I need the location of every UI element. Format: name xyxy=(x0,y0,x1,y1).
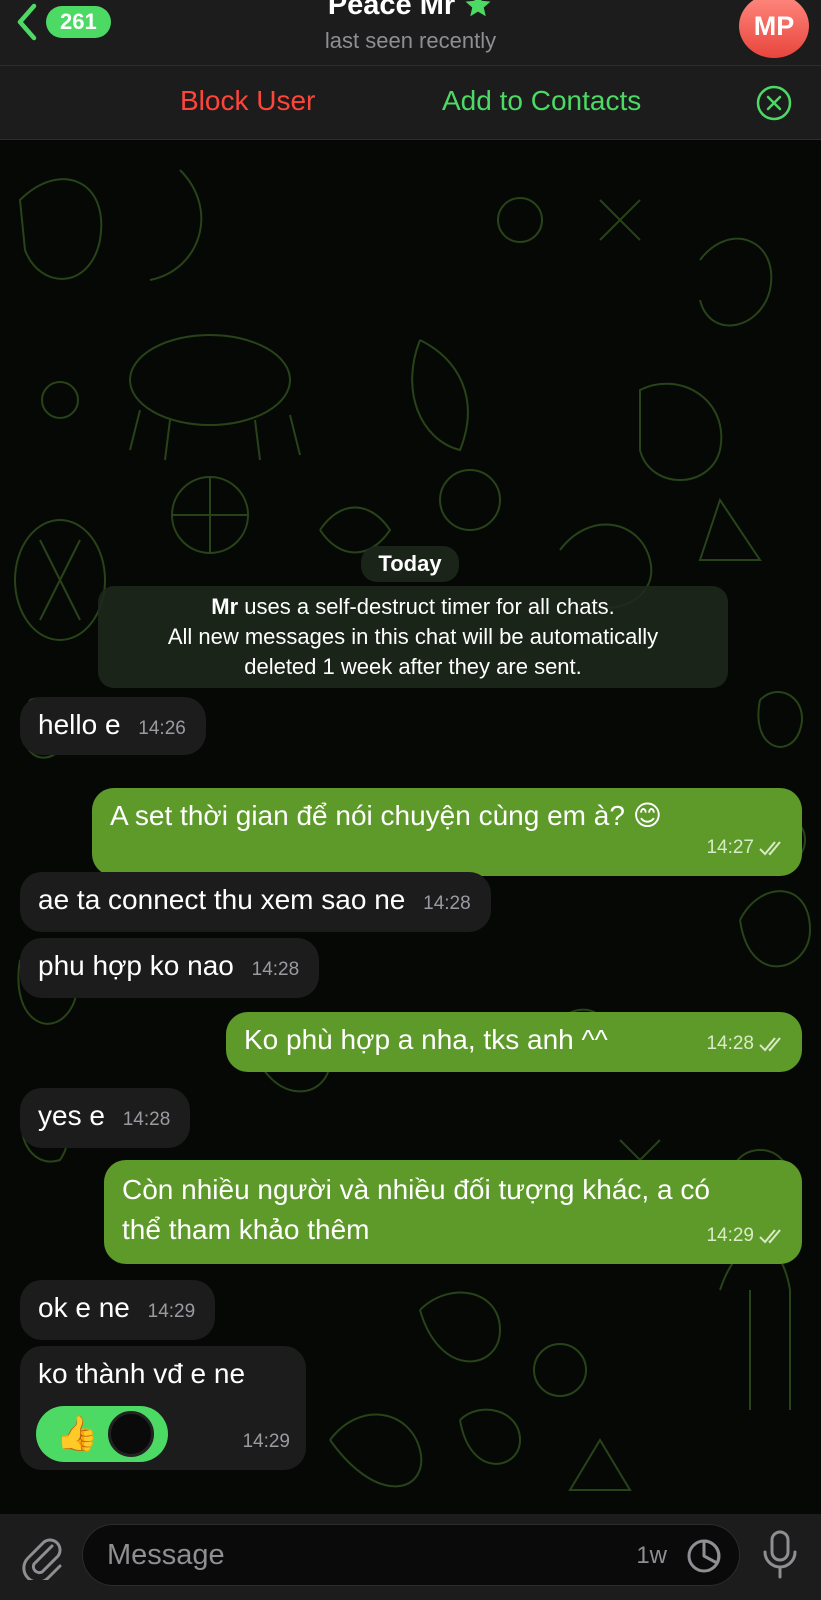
incoming-message[interactable]: phu hợp ko nao 14:28 xyxy=(20,938,320,998)
composer-bar: 1w xyxy=(0,1514,821,1600)
reaction-chip[interactable]: 👍 xyxy=(36,1406,168,1462)
message-input[interactable] xyxy=(107,1538,587,1572)
star-icon xyxy=(465,0,491,17)
double-check-icon xyxy=(759,841,781,856)
incoming-message[interactable]: yes e 14:28 xyxy=(20,1088,191,1148)
reactor-avatar xyxy=(108,1411,155,1457)
add-to-contacts-button[interactable]: Add to Contacts xyxy=(442,85,641,117)
message-input-box[interactable]: 1w xyxy=(82,1524,740,1586)
double-check-icon xyxy=(759,1037,781,1052)
message-time: 14:29 xyxy=(706,1225,754,1246)
incoming-message[interactable]: ko thành vđ e ne 👍 14:29 xyxy=(20,1346,306,1470)
outgoing-message[interactable]: Ko phù hợp a nha, tks anh ^^ 14:28 xyxy=(226,1012,802,1072)
message-text: ok e ne xyxy=(38,1292,130,1323)
chat-title-area[interactable]: Peace Mr xyxy=(0,0,821,22)
message-text: ae ta connect thu xem sao ne xyxy=(38,884,406,915)
block-user-button[interactable]: Block User xyxy=(180,85,315,117)
message-text: Còn nhiều người và nhiều đối tượng khác,… xyxy=(122,1174,710,1245)
incoming-message[interactable]: ae ta connect thu xem sao ne 14:28 xyxy=(20,872,491,932)
message-time: 14:28 xyxy=(251,959,300,980)
outgoing-message[interactable]: A set thời gian để nói chuyện cùng em à?… xyxy=(92,788,802,876)
message-text: phu hợp ko nao xyxy=(38,950,234,981)
incoming-message[interactable]: hello e 14:26 xyxy=(20,697,206,755)
self-destruct-notice: Mr uses a self-destruct timer for all ch… xyxy=(98,586,728,688)
microphone-icon[interactable] xyxy=(760,1528,800,1582)
contact-action-bar: Block User Add to Contacts xyxy=(0,65,821,140)
paperclip-icon[interactable] xyxy=(20,1532,64,1580)
notice-line-2: All new messages in this chat will be au… xyxy=(167,624,659,649)
message-time: 14:28 xyxy=(122,1109,171,1130)
message-text: Ko phù hợp a nha, tks anh ^^ xyxy=(244,1024,608,1055)
notice-name: Mr xyxy=(211,594,239,619)
outgoing-message[interactable]: Còn nhiều người và nhiều đối tượng khác,… xyxy=(104,1160,802,1264)
incoming-message[interactable]: ok e ne 14:29 xyxy=(20,1280,216,1340)
notice-line-1: uses a self-destruct timer for all chats… xyxy=(238,594,615,619)
message-text: ko thành vđ e ne xyxy=(38,1358,246,1389)
message-time: 14:26 xyxy=(138,718,186,739)
timer-icon[interactable] xyxy=(685,1537,723,1575)
message-text: A set thời gian để nói chuyện cùng em à?… xyxy=(110,800,662,831)
double-check-icon xyxy=(759,1229,781,1244)
chat-header: 261 Peace Mr last seen recently MP xyxy=(0,0,821,65)
message-time: 14:28 xyxy=(706,1033,754,1054)
message-list[interactable]: Today Mr uses a self-destruct timer for … xyxy=(0,140,821,1514)
message-text: yes e xyxy=(38,1100,105,1131)
thumbs-up-reaction: 👍 xyxy=(56,1415,99,1453)
message-time: 14:29 xyxy=(147,1301,196,1322)
message-time: 14:29 xyxy=(242,1431,290,1452)
notice-line-3: deleted 1 week after they are sent. xyxy=(244,654,582,679)
message-time: 14:28 xyxy=(423,893,471,914)
message-text: hello e xyxy=(38,709,121,740)
close-icon[interactable] xyxy=(756,85,792,121)
message-time: 14:27 xyxy=(706,837,754,858)
chat-title: Peace Mr xyxy=(327,0,456,21)
timer-label: 1w xyxy=(636,1542,667,1569)
date-separator: Today xyxy=(361,546,459,582)
last-seen-status: last seen recently xyxy=(324,28,497,53)
